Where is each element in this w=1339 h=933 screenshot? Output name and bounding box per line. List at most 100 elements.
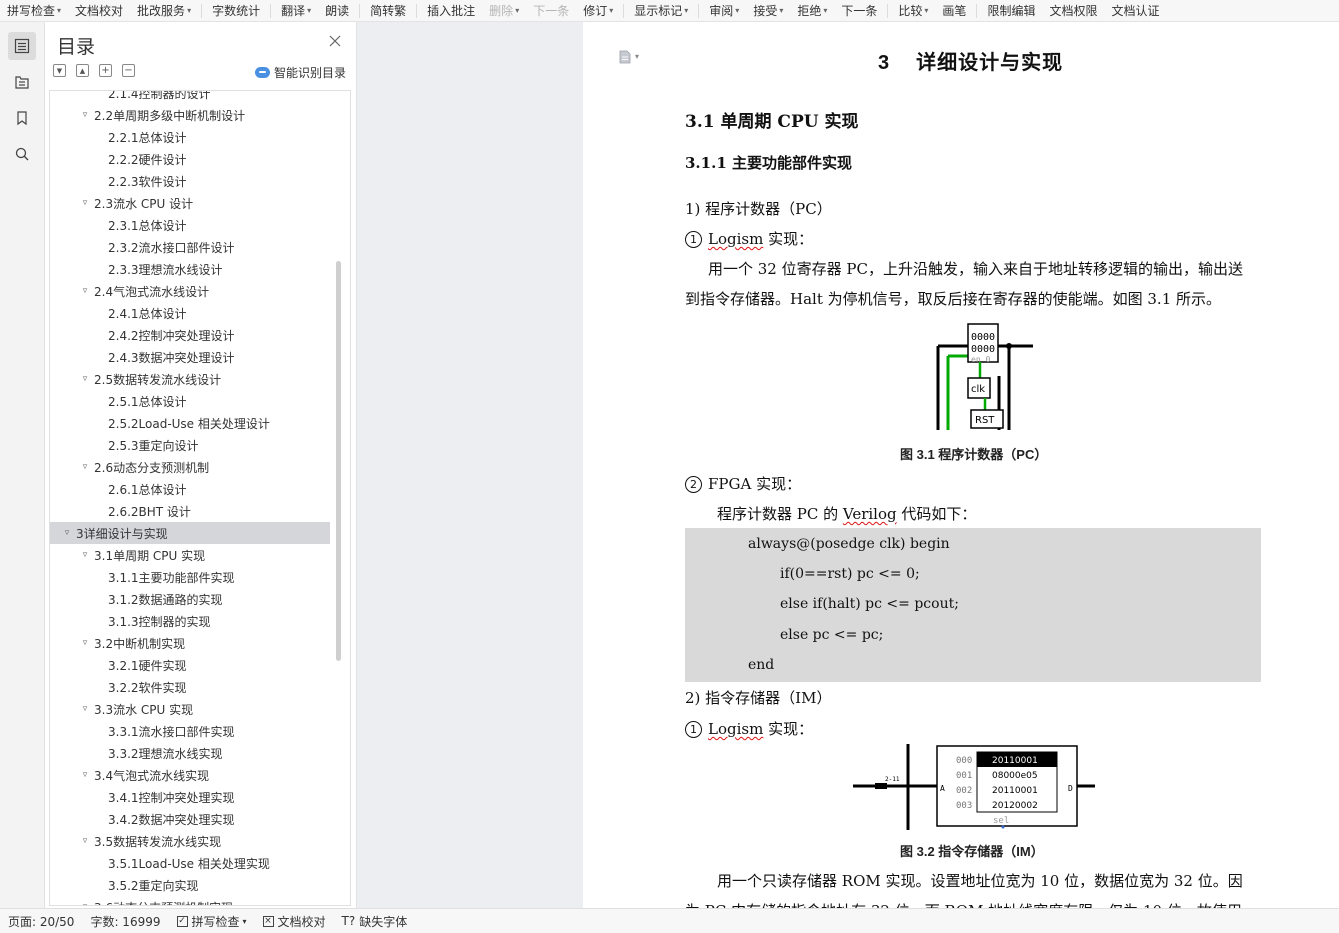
toolbar-item[interactable]: 拼写检查 ▾	[0, 0, 68, 21]
toc-item[interactable]: ▿3.6动态分支预测机制实现	[50, 896, 350, 906]
toc-item[interactable]: 3.1.2数据通路的实现	[50, 588, 350, 610]
toolbar-item[interactable]: 审阅 ▾	[702, 0, 746, 21]
chevron-down-icon[interactable]: ▿	[78, 638, 92, 648]
toolbar-item[interactable]: 批改服务 ▾	[130, 0, 198, 21]
toc-item[interactable]: ▿ 3.1单周期 CPU 实现	[50, 544, 350, 566]
spell-flag-word[interactable]: Logism	[708, 720, 763, 738]
toolbar-item[interactable]: 朗读	[318, 0, 356, 21]
chevron-down-icon[interactable]: ▿	[78, 462, 92, 472]
word-count[interactable]: 字数: 16999	[82, 913, 168, 930]
toc-item[interactable]: 3.5.2重定向实现	[50, 874, 350, 896]
sub-item-logism: 1 Logism 实现：	[685, 228, 813, 249]
toc-item[interactable]: 3.3.2理想流水线实现	[50, 742, 350, 764]
toc-item[interactable]: 2.4.3数据冲突处理设计	[50, 346, 350, 368]
toc-item[interactable]: 2.3.2流水接口部件设计	[50, 236, 350, 258]
toolbar-separator	[623, 3, 625, 18]
toolbar-item[interactable]: 文档认证	[1104, 0, 1166, 21]
chevron-down-icon: ▾	[57, 6, 62, 15]
toc-item[interactable]: 3.5.1Load-Use 相关处理实现	[50, 852, 350, 874]
toc-item[interactable]: ▿ 2.6动态分支预测机制	[50, 456, 350, 478]
toc-item[interactable]: 3.2.1硬件实现	[50, 654, 350, 676]
document-page[interactable]: ▾ 3 详细设计与实现 3.1 单周期 CPU 实现 3.1.1 主要功能部件实现…	[583, 22, 1339, 908]
spell-check-toggle[interactable]: ✓ 拼写检查 ▾	[169, 913, 255, 930]
toolbar-item[interactable]: 下一条	[834, 0, 884, 21]
toolbar-item[interactable]: 显示标记 ▾	[627, 0, 695, 21]
search-button[interactable]	[8, 140, 36, 168]
bookmark-button[interactable]	[8, 104, 36, 132]
expand-all-button[interactable]: ▼	[53, 64, 66, 77]
toolbar-item[interactable]: 下一条	[526, 0, 576, 21]
page-indicator[interactable]: 页面: 20/50	[0, 913, 82, 930]
toc-item[interactable]: 2.4.2控制冲突处理设计	[50, 324, 350, 346]
chevron-down-icon[interactable]: ▿	[78, 836, 92, 846]
toc-item[interactable]: ▿ 2.3流水 CPU 设计	[50, 192, 350, 214]
chevron-down-icon[interactable]: ▿	[78, 550, 92, 560]
proofread-button[interactable]: × 文档校对	[255, 913, 334, 930]
toc-item[interactable]: 2.2.3软件设计	[50, 170, 350, 192]
add-heading-button[interactable]: +	[99, 64, 112, 77]
close-icon[interactable]	[328, 34, 342, 48]
toolbar-item[interactable]: 字数统计	[205, 0, 267, 21]
toc-item[interactable]: 2.5.1总体设计	[50, 390, 350, 412]
toc-item[interactable]: 2.6.1总体设计	[50, 478, 350, 500]
chevron-down-icon[interactable]: ▿	[60, 528, 74, 538]
toc-item[interactable]: 2.4.1总体设计	[50, 302, 350, 324]
paragraph-line: 程序计数器 PC 的 Verilog 代码如下：	[717, 503, 976, 524]
circled-number: 1	[685, 721, 702, 738]
toc-item[interactable]: 3.2.2软件实现	[50, 676, 350, 698]
toc-scrollbar[interactable]	[336, 261, 341, 661]
toolbar-item[interactable]: 翻译 ▾	[274, 0, 318, 21]
spell-flag-word[interactable]: Verilog	[843, 505, 897, 523]
toc-item[interactable]: ▿ 3.5数据转发流水线实现	[50, 830, 350, 852]
toolbar-item[interactable]: 修订 ▾	[576, 0, 620, 21]
chevron-down-icon[interactable]: ▿	[78, 704, 92, 714]
remove-heading-button[interactable]: −	[122, 64, 135, 77]
toolbar-item[interactable]: 文档权限	[1042, 0, 1104, 21]
toc-item[interactable]: 2.1.4控制器的设计	[50, 91, 350, 104]
chevron-down-icon[interactable]: ▿	[78, 902, 92, 905]
toc-item[interactable]: 2.5.2Load-Use 相关处理设计	[50, 412, 350, 434]
toc-item[interactable]: 3.1.1主要功能部件实现	[50, 566, 350, 588]
toc-item[interactable]: ▿ 3.4气泡式流水线实现	[50, 764, 350, 786]
toc-item[interactable]: 2.2.2硬件设计	[50, 148, 350, 170]
toolbar-item[interactable]: 限制编辑	[980, 0, 1042, 21]
toc-item[interactable]: ▿ 3.3流水 CPU 实现	[50, 698, 350, 720]
toolbar-item[interactable]: 插入批注	[420, 0, 482, 21]
chevron-down-icon: ▾	[779, 6, 784, 15]
collapse-all-button[interactable]: ▲	[76, 64, 89, 77]
toc-item[interactable]: ▿ 2.4气泡式流水线设计	[50, 280, 350, 302]
toc-panel-button[interactable]	[8, 32, 36, 60]
toc-item[interactable]: 3.1.3控制器的实现	[50, 610, 350, 632]
chevron-down-icon[interactable]: ▿	[78, 286, 92, 296]
toc-item[interactable]: 2.3.3理想流水线设计	[50, 258, 350, 280]
toolbar-item[interactable]: 简转繁	[363, 0, 413, 21]
chevron-down-icon[interactable]: ▿	[78, 198, 92, 208]
toolbar-item[interactable]: 画笔	[935, 0, 973, 21]
toolbar-item[interactable]: 接受 ▾	[746, 0, 790, 21]
toolbar-item[interactable]: 文档校对	[68, 0, 130, 21]
toc-item[interactable]: 3.4.1控制冲突处理实现	[50, 786, 350, 808]
toolbar-item[interactable]: 删除 ▾	[482, 0, 526, 21]
toc-item[interactable]: ▿ 2.5数据转发流水线设计	[50, 368, 350, 390]
toc-item[interactable]: 3.4.2数据冲突处理实现	[50, 808, 350, 830]
smart-toc-button[interactable]: 智能识别目录	[255, 64, 346, 81]
toc-item[interactable]: ▿ 3.2中断机制实现	[50, 632, 350, 654]
code-line: if(0==rst) pc <= 0;	[780, 566, 920, 582]
spell-flag-word[interactable]: Logism	[708, 230, 763, 248]
toc-item[interactable]: ▿ 2.2单周期多级中断机制设计	[50, 104, 350, 126]
document-icon[interactable]	[619, 50, 631, 64]
toc-item[interactable]: 2.2.1总体设计	[50, 126, 350, 148]
toolbar-item[interactable]: 拒绝 ▾	[790, 0, 834, 21]
chevron-down-icon[interactable]: ▿	[78, 110, 92, 120]
toc-item[interactable]: 2.3.1总体设计	[50, 214, 350, 236]
chevron-down-icon[interactable]: ▿	[78, 770, 92, 780]
toc-item[interactable]: 3.3.1流水接口部件实现	[50, 720, 350, 742]
toc-item[interactable]: 2.6.2BHT 设计	[50, 500, 350, 522]
toolbar-item[interactable]: 比较 ▾	[891, 0, 935, 21]
missing-font-button[interactable]: T? 缺失字体	[334, 913, 416, 930]
chevron-down-icon[interactable]: ▿	[78, 374, 92, 384]
chevron-down-icon[interactable]: ▾	[635, 52, 639, 61]
toc-item[interactable]: 2.5.3重定向设计	[50, 434, 350, 456]
section-nav-button[interactable]	[8, 68, 36, 96]
toc-item[interactable]: ▿ 3详细设计与实现	[50, 522, 330, 544]
